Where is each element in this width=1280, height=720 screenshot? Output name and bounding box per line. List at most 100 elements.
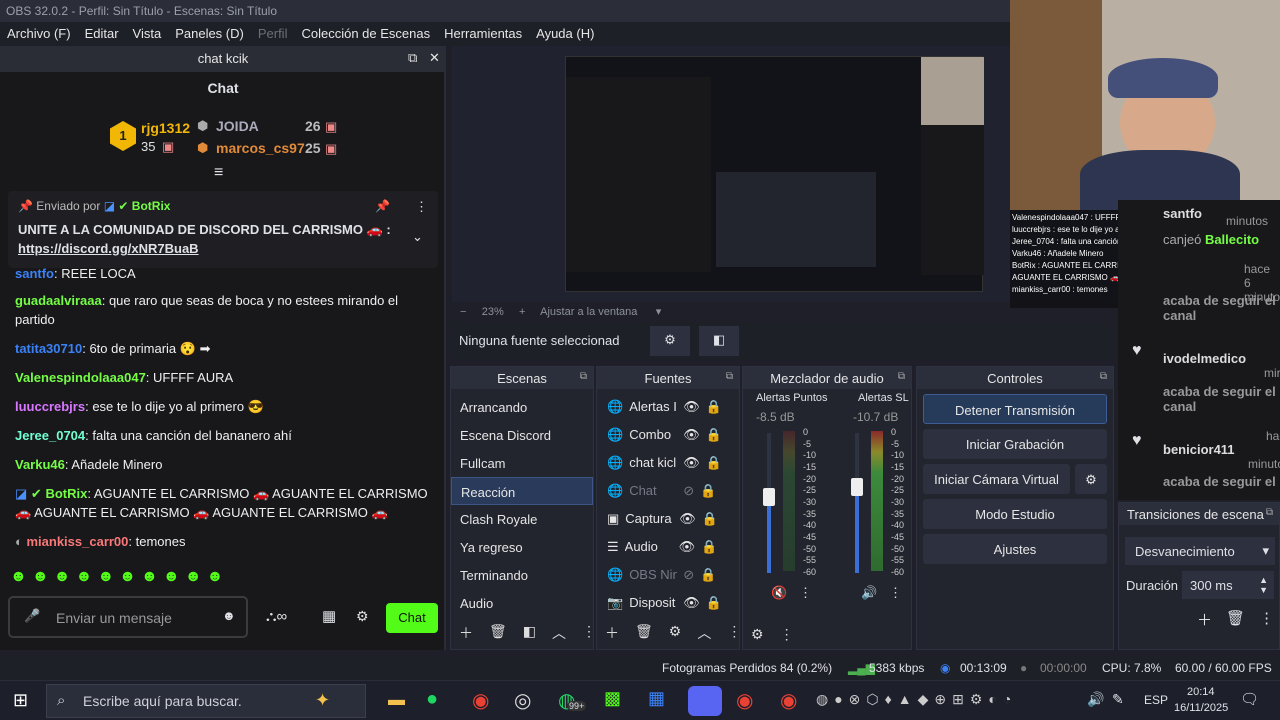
language-indicator[interactable]: ESP [1144,693,1168,707]
more-icon[interactable]: ⋮ [889,585,902,601]
more-icon[interactable]: ⋮ [780,626,794,643]
lock-icon[interactable]: 🔒 [706,399,722,421]
menu-herramientas[interactable]: Herramientas [437,22,529,46]
source-item[interactable]: ☰ Audio 👁 🔒 [597,533,739,561]
chevron-up-icon[interactable]: ︿ [552,623,566,643]
chrome-icon[interactable]: ◉ [736,688,753,713]
chat-input[interactable]: 🎤 Enviar un mensaje ☻ [8,596,248,638]
eye-hidden-icon[interactable]: ⊘ [683,483,694,505]
pen-icon[interactable]: ✎ [1112,691,1124,708]
menu-editar[interactable]: Editar [78,22,126,46]
source-item[interactable]: ▣ Captura 👁 🔒 [597,505,739,533]
mic-icon[interactable]: 🎤 [24,608,40,624]
muted-speaker-icon[interactable]: 🔇 [771,585,787,601]
zoom-in-button[interactable]: + [519,306,525,318]
start-recording-button[interactable]: Iniciar Grabación [923,429,1107,459]
chrome-icon[interactable]: ◉ [780,688,797,713]
lock-icon[interactable]: 🔒 [706,595,722,617]
scene-item-selected[interactable]: Reacción [451,477,593,505]
scene-item[interactable]: Arrancando [451,393,593,421]
fit-window-select[interactable]: Ajustar a la ventana [540,306,637,318]
chrome-icon[interactable]: ◉ [472,688,489,713]
scene-item[interactable]: Audio [451,589,593,617]
obs-icon[interactable]: ◎ [514,688,531,713]
scene-item[interactable]: Ya regreso [451,533,593,561]
more-icon[interactable]: ⋮ [1259,609,1274,630]
filter-icon[interactable]: ◧ [523,623,536,643]
trash-icon[interactable]: 🗑 [635,623,653,643]
chevron-down-icon[interactable]: ▾ [656,306,662,318]
more-icon[interactable]: ⋮ [415,199,428,215]
taskbar-search[interactable]: ⌕ Escribe aquí para buscar. ✦ [46,684,366,718]
source-item[interactable]: 🌐 OBS Nin ⊘ 🔒 [597,561,739,589]
source-item[interactable]: 🌐 Alertas I 👁 🔒 [597,393,739,421]
system-tray-icons[interactable]: ◍●⊗⬡♦▲◆⊕⊞⚙◐◔ [816,691,1017,708]
gear-icon[interactable]: ⚙ [356,608,369,625]
lock-icon[interactable]: 🔒 [702,511,718,533]
discord-icon[interactable] [688,686,722,716]
file-explorer-icon[interactable]: ▬ [388,690,405,710]
virtual-camera-button[interactable]: Iniciar Cámara Virtual [923,464,1070,494]
lock-icon[interactable]: 🔒 [701,539,717,561]
pinned-link[interactable]: https://discord.gg/xNR7BuaB [18,241,428,256]
trash-icon[interactable]: 🗑 [1226,609,1245,630]
emote-bar[interactable]: ☻☻☻☻☻☻☻☻☻☻ [10,568,228,586]
eye-icon[interactable]: 👁 [679,511,696,533]
emoji-icon[interactable]: ☻ [222,608,236,623]
gear-icon[interactable]: ⚙ [669,623,682,643]
lock-icon[interactable]: 🔒 [700,483,716,505]
scene-item[interactable]: Escena Discord [451,421,593,449]
menu-coleccion[interactable]: Colección de Escenas [294,22,437,46]
stop-streaming-button[interactable]: Detener Transmisión [923,394,1107,424]
close-icon[interactable]: ✕ [429,50,440,66]
eye-icon[interactable]: 👁 [683,455,700,477]
eye-icon[interactable]: 👁 [679,539,696,561]
filter-icon[interactable]: ◧ [699,326,739,356]
minecraft-icon[interactable]: ▩ [604,688,621,709]
zoom-out-button[interactable]: − [460,306,466,318]
more-icon[interactable]: ⋮ [582,623,596,643]
settings-button[interactable]: Ajustes [923,534,1107,564]
gear-icon[interactable]: ⚙ [751,626,764,643]
add-icon[interactable]: ＋ [605,623,619,643]
chevron-up-icon[interactable]: ︿ [697,623,711,643]
leader-name[interactable]: rjg1312 [141,120,190,136]
store-icon[interactable]: ▦ [322,607,336,625]
gear-icon[interactable]: ⚙ [1075,464,1107,494]
eye-icon[interactable]: 👁 [683,399,700,421]
scene-item[interactable]: Terminando [451,561,593,589]
lock-icon[interactable]: 🔒 [706,427,722,449]
store-icon[interactable]: ▦ [648,688,665,709]
source-item[interactable]: 🌐 Combo 👁 🔒 [597,421,739,449]
gear-icon[interactable]: ⚙ [650,326,690,356]
source-item[interactable]: 🌐 Chat ⊘ 🔒 [597,477,739,505]
share-icon[interactable]: ⛬∞ [266,608,287,625]
studio-mode-button[interactable]: Modo Estudio [923,499,1107,529]
source-item[interactable]: 🌐 chat kicl 👁 🔒 [597,449,739,477]
leader-name[interactable]: marcos_cs97 [216,140,305,156]
volume-icon[interactable]: 🔊 [1087,691,1104,708]
add-icon[interactable]: ＋ [459,623,473,643]
chevron-down-icon[interactable]: ⌄ [412,229,423,245]
add-icon[interactable]: ＋ [1197,609,1212,630]
menu-ayuda[interactable]: Ayuda (H) [529,22,601,46]
duration-input[interactable]: 300 ms ▲ ▼ [1182,571,1274,599]
clock-time[interactable]: 20:14 [1187,686,1215,698]
lock-icon[interactable]: 🔒 [706,455,722,477]
spotify-icon[interactable]: ● [426,688,438,711]
lock-icon[interactable]: 🔒 [700,567,716,589]
menu-vista[interactable]: Vista [126,22,169,46]
menu-paneles[interactable]: Paneles (D) [168,22,251,46]
eye-icon[interactable]: 👁 [683,595,700,617]
windows-start-icon[interactable]: ⊞ [13,690,28,711]
notifications-icon[interactable]: 🗨 [1240,690,1259,708]
leader-name[interactable]: JOIDA [216,118,259,134]
volume-slider[interactable] [763,488,775,506]
eye-icon[interactable]: 👁 [683,427,700,449]
speaker-icon[interactable]: 🔊 [861,585,877,601]
float-icon[interactable]: ⧉ [408,50,417,66]
more-icon[interactable]: ⋮ [727,623,741,643]
transition-select[interactable]: Desvanecimiento ▾ [1125,537,1275,565]
menu-perfil[interactable]: Perfil [251,22,295,46]
scene-item[interactable]: Clash Royale [451,505,593,533]
